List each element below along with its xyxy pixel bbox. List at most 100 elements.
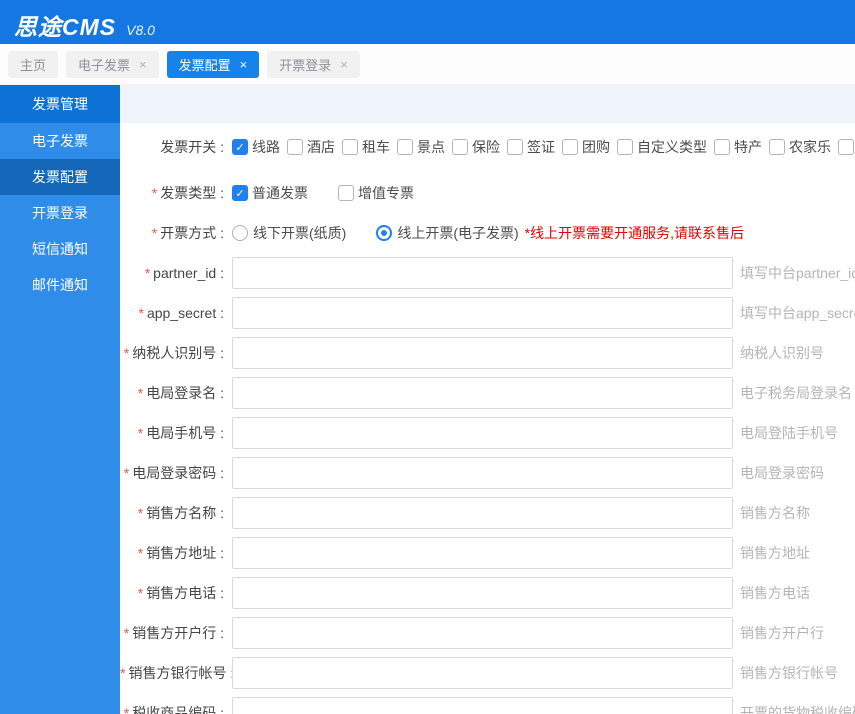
field-label-text: partner_id :: [153, 265, 224, 281]
checkbox-option-label: 农家乐: [789, 139, 831, 155]
checkbox-option-团购[interactable]: 团购: [562, 137, 610, 157]
sidebar-item-邮件通知[interactable]: 邮件通知: [0, 267, 120, 303]
field-label: * 电局登录名 :: [120, 383, 224, 403]
checkbox-icon[interactable]: [714, 139, 730, 155]
invoice-config-form: 发票开关 : ✓线路酒店租车景点保险签证团购自定义类型特产农家乐邮轮导游私人定制…: [120, 123, 855, 714]
form-field-row: * 销售方名称 : 销售方名称: [120, 493, 855, 533]
field-label-text: app_secret :: [146, 305, 224, 321]
invoice-type-row: * 发票类型 : ✓ 普通发票 增值专票: [120, 173, 855, 213]
field-input-销售方银行帐号[interactable]: [232, 657, 733, 689]
field-label: * 销售方开户行 :: [120, 623, 224, 643]
checkbox-option-景点[interactable]: 景点: [397, 137, 445, 157]
field-input-partner_id[interactable]: [232, 257, 733, 289]
field-hint: 销售方电话: [740, 585, 810, 601]
invoice-mode-note: *线上开票需要开通服务,请联系售后: [524, 225, 744, 241]
tab-开票登录[interactable]: 开票登录 ×: [267, 50, 360, 78]
field-label-text: 销售方银行帐号 :: [128, 665, 235, 681]
field-hint: 电子税务局登录名: [740, 385, 852, 401]
checkbox-option-邮轮[interactable]: 邮轮: [838, 137, 855, 157]
field-hint: 填写中台app_secret: [740, 305, 855, 321]
required-star: *: [137, 425, 144, 441]
checkbox-icon[interactable]: [769, 139, 785, 155]
checkbox-icon[interactable]: [617, 139, 633, 155]
checkbox-icon[interactable]: [452, 139, 468, 155]
field-input-税收商品编码[interactable]: [232, 697, 733, 714]
checkbox-option-租车[interactable]: 租车: [342, 137, 390, 157]
form-field-row: * partner_id : 填写中台partner_id: [120, 253, 855, 293]
invoice-switch-label: 发票开关 :: [160, 139, 224, 155]
checkbox-option-label: 签证: [527, 139, 555, 155]
radio-option-线上开票(电子发票)[interactable]: 线上开票(电子发票): [376, 223, 519, 243]
field-input-电局手机号[interactable]: [232, 417, 733, 449]
checkbox-option-酒店[interactable]: 酒店: [287, 137, 335, 157]
field-hint: 纳税人识别号: [740, 345, 824, 361]
required-star: *: [120, 665, 126, 681]
tab-发票配置[interactable]: 发票配置 ×: [166, 50, 260, 78]
sidebar-item-电子发票[interactable]: 电子发票: [0, 123, 120, 159]
checkbox-icon[interactable]: [287, 139, 303, 155]
invoice-switch-options: ✓线路酒店租车景点保险签证团购自定义类型特产农家乐邮轮导游私人定制: [232, 137, 855, 157]
required-star: *: [123, 465, 130, 481]
field-label: * 销售方地址 :: [120, 543, 224, 563]
field-input-销售方地址[interactable]: [232, 537, 733, 569]
checkbox-option-普通发票[interactable]: ✓ 普通发票: [232, 183, 308, 203]
tab-电子发票[interactable]: 电子发票 ×: [66, 50, 159, 78]
radio-option-线下开票(纸质)[interactable]: 线下开票(纸质): [232, 223, 346, 243]
checkbox-option-保险[interactable]: 保险: [452, 137, 500, 157]
field-label: * partner_id :: [120, 265, 224, 281]
field-label-text: 税收商品编码 :: [132, 705, 224, 714]
checkbox-option-label: 自定义类型: [637, 139, 707, 155]
invoice-mode-row: * 开票方式 : 线下开票(纸质) 线上开票(电子发票) *线上开票需要开通服务,请…: [120, 213, 855, 253]
checkbox-checked-icon[interactable]: ✓: [232, 185, 248, 201]
sidebar-item-短信通知[interactable]: 短信通知: [0, 231, 120, 267]
checkbox-checked-icon[interactable]: ✓: [232, 139, 248, 155]
checkbox-option-label: 租车: [362, 139, 390, 155]
checkbox-option-农家乐[interactable]: 农家乐: [769, 137, 831, 157]
tab-label: 开票登录: [279, 57, 332, 73]
sidebar-item-发票配置[interactable]: 发票配置: [0, 159, 120, 195]
checkbox-icon[interactable]: [338, 185, 354, 201]
checkbox-icon[interactable]: [397, 139, 413, 155]
checkbox-icon[interactable]: [507, 139, 523, 155]
field-label-text: 纳税人识别号 :: [132, 345, 224, 361]
tab-close-icon[interactable]: ×: [139, 58, 147, 71]
required-star: *: [138, 305, 144, 321]
field-input-纳税人识别号[interactable]: [232, 337, 733, 369]
field-input-电局登录名[interactable]: [232, 377, 733, 409]
tab-label: 主页: [20, 57, 47, 73]
required-star: *: [144, 265, 151, 281]
required-star: *: [123, 625, 130, 641]
field-hint: 开票的货物税收编码: [740, 705, 855, 714]
checkbox-icon[interactable]: [342, 139, 358, 155]
radio-icon[interactable]: [232, 225, 248, 241]
field-hint: 电局登陆手机号: [740, 425, 838, 441]
radio-checked-icon[interactable]: [376, 225, 393, 241]
form-field-row: * 税收商品编码 : 开票的货物税收编码: [120, 693, 855, 714]
checkbox-option-线路[interactable]: ✓ 线路: [232, 137, 280, 157]
checkbox-option-签证[interactable]: 签证: [507, 137, 555, 157]
tab-close-icon[interactable]: ×: [340, 58, 348, 71]
field-label-text: 电局登录名 :: [146, 385, 224, 401]
field-input-销售方电话[interactable]: [232, 577, 733, 609]
invoice-type-label: * 发票类型 :: [151, 185, 224, 201]
field-input-销售方名称[interactable]: [232, 497, 733, 529]
tab-close-icon[interactable]: ×: [240, 58, 248, 71]
tab-label: 电子发票: [78, 57, 131, 73]
checkbox-option-label: 酒店: [307, 139, 335, 155]
checkbox-icon[interactable]: [562, 139, 578, 155]
field-input-app_secret[interactable]: [232, 297, 733, 329]
checkbox-option-label: 保险: [472, 139, 500, 155]
checkbox-icon[interactable]: [838, 139, 854, 155]
required-star: *: [137, 385, 144, 401]
field-input-销售方开户行[interactable]: [232, 617, 733, 649]
form-field-row: * 纳税人识别号 : 纳税人识别号: [120, 333, 855, 373]
checkbox-option-特产[interactable]: 特产: [714, 137, 762, 157]
checkbox-option-增值专票[interactable]: 增值专票: [338, 183, 414, 203]
checkbox-option-label: 特产: [734, 139, 762, 155]
field-input-电局登录密码[interactable]: [232, 457, 733, 489]
sidebar-section-invoice-management[interactable]: 发票管理: [0, 85, 120, 123]
sidebar-item-开票登录[interactable]: 开票登录: [0, 195, 120, 231]
tab-主页[interactable]: 主页: [8, 50, 59, 78]
required-star: *: [123, 705, 130, 714]
checkbox-option-自定义类型[interactable]: 自定义类型: [617, 137, 707, 157]
